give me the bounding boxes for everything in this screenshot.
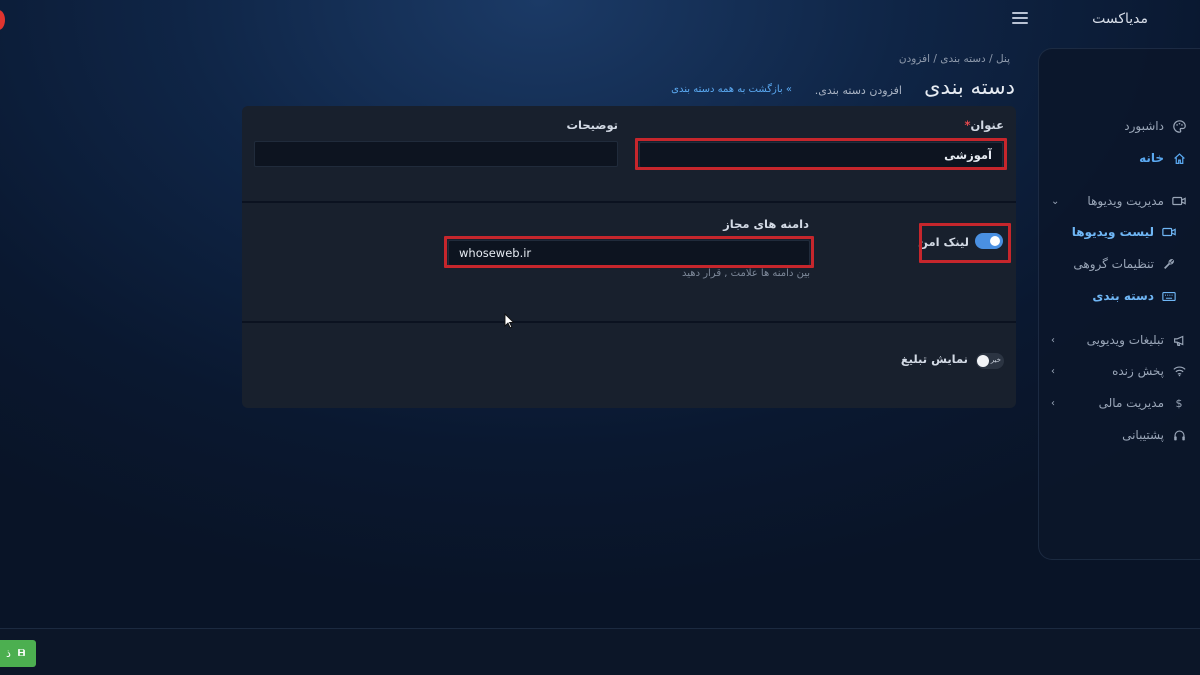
keyboard-icon — [1162, 289, 1176, 303]
save-icon — [17, 647, 26, 660]
title-label: عنوان* — [960, 118, 1004, 132]
footer-bar: ذ — [0, 628, 1200, 675]
sidebar-item-group-settings[interactable]: تنظیمات گروهی — [1047, 253, 1176, 275]
allowed-domains-input[interactable] — [448, 240, 810, 266]
sidebar-item-label: لیست ویدیوها — [1071, 225, 1154, 239]
secure-link-label: لینک امن — [918, 235, 969, 249]
section-divider — [242, 201, 1016, 203]
wifi-icon — [1172, 364, 1186, 378]
notification-dot[interactable] — [0, 10, 5, 30]
megaphone-icon — [1172, 333, 1186, 347]
wrench-icon — [1162, 257, 1176, 271]
show-ad-label: نمایش تبلیغ — [900, 352, 968, 366]
save-button[interactable]: ذ — [0, 640, 36, 667]
sidebar-item-dashboard[interactable]: داشبورد — [1047, 115, 1186, 137]
title-label-text: عنوان — [970, 118, 1004, 132]
video-icon — [1162, 225, 1176, 239]
sidebar-item-label: دسته بندی — [1092, 289, 1154, 303]
sidebar-item-support[interactable]: پشتیبانی — [1047, 424, 1186, 446]
description-input[interactable] — [254, 141, 618, 167]
show-ad-toggle[interactable]: خیر — [976, 353, 1004, 369]
sidebar-item-label: مدیریت مالی — [1098, 396, 1164, 410]
brand-name[interactable]: مدیاکست — [1092, 11, 1148, 27]
save-label: ذ — [6, 647, 11, 660]
sidebar-item-finance[interactable]: $ مدیریت مالی ‹ — [1047, 392, 1186, 414]
allowed-domains-hint: بین دامنه ها علامت , قرار دهید — [682, 268, 810, 279]
chevron-down-icon: ⌄ — [1051, 195, 1060, 207]
chevron-left-icon: ‹ — [1051, 334, 1055, 346]
menu-icon[interactable] — [1012, 12, 1028, 26]
sidebar-item-video-list[interactable]: لیست ویدیوها — [1047, 221, 1176, 243]
palette-icon — [1172, 119, 1186, 133]
sidebar-item-home[interactable]: خانه — [1047, 147, 1186, 169]
page-subtitle: افزودن دسته بندی. — [814, 84, 902, 97]
toggle-knob — [977, 355, 989, 367]
mouse-cursor-icon — [504, 313, 515, 329]
chevron-left-icon: ‹ — [1051, 397, 1055, 409]
sidebar-item-label: پخش زنده — [1112, 364, 1164, 378]
title-input[interactable] — [639, 142, 1003, 168]
back-to-categories-link[interactable]: » بازگشت به همه دسته بندی — [671, 84, 792, 95]
sidebar-item-label: تبلیغات ویدیویی — [1086, 333, 1164, 347]
toggle-off-text: خیر — [990, 356, 1001, 364]
sidebar-item-category[interactable]: دسته بندی — [1047, 285, 1176, 307]
description-label: توضیحات — [566, 118, 619, 132]
allowed-domains-label: دامنه های مجاز — [723, 217, 809, 231]
toggle-knob — [990, 236, 1000, 246]
sidebar-item-video-ads[interactable]: تبلیغات ویدیویی ‹ — [1047, 329, 1186, 351]
top-bar: مدیاکست — [0, 0, 1200, 40]
headset-icon — [1172, 428, 1186, 442]
sidebar-item-label: پشتیبانی — [1122, 428, 1164, 442]
chevron-left-icon: ‹ — [1051, 365, 1055, 377]
sidebar-item-label: مدیریت ویدیوها — [1087, 194, 1164, 208]
home-icon — [1172, 151, 1186, 165]
page-title: دسته بندی — [924, 75, 1015, 99]
sidebar-item-live-stream[interactable]: پخش زنده ‹ — [1047, 360, 1186, 382]
sidebar-item-label: تنظیمات گروهی — [1073, 257, 1154, 271]
sidebar: داشبورد خانه مدیریت ویدیوها ⌄ لیست ویدیو… — [1038, 48, 1200, 560]
sidebar-item-label: داشبورد — [1124, 119, 1164, 133]
breadcrumb: پنل / دسته بندی / افزودن — [898, 53, 1010, 65]
sidebar-item-label: خانه — [1139, 151, 1164, 165]
dollar-icon: $ — [1175, 396, 1183, 410]
section-divider — [242, 321, 1016, 323]
video-icon — [1172, 194, 1186, 208]
secure-link-toggle[interactable] — [975, 233, 1003, 249]
sidebar-item-video-management[interactable]: مدیریت ویدیوها ⌄ — [1047, 190, 1186, 212]
